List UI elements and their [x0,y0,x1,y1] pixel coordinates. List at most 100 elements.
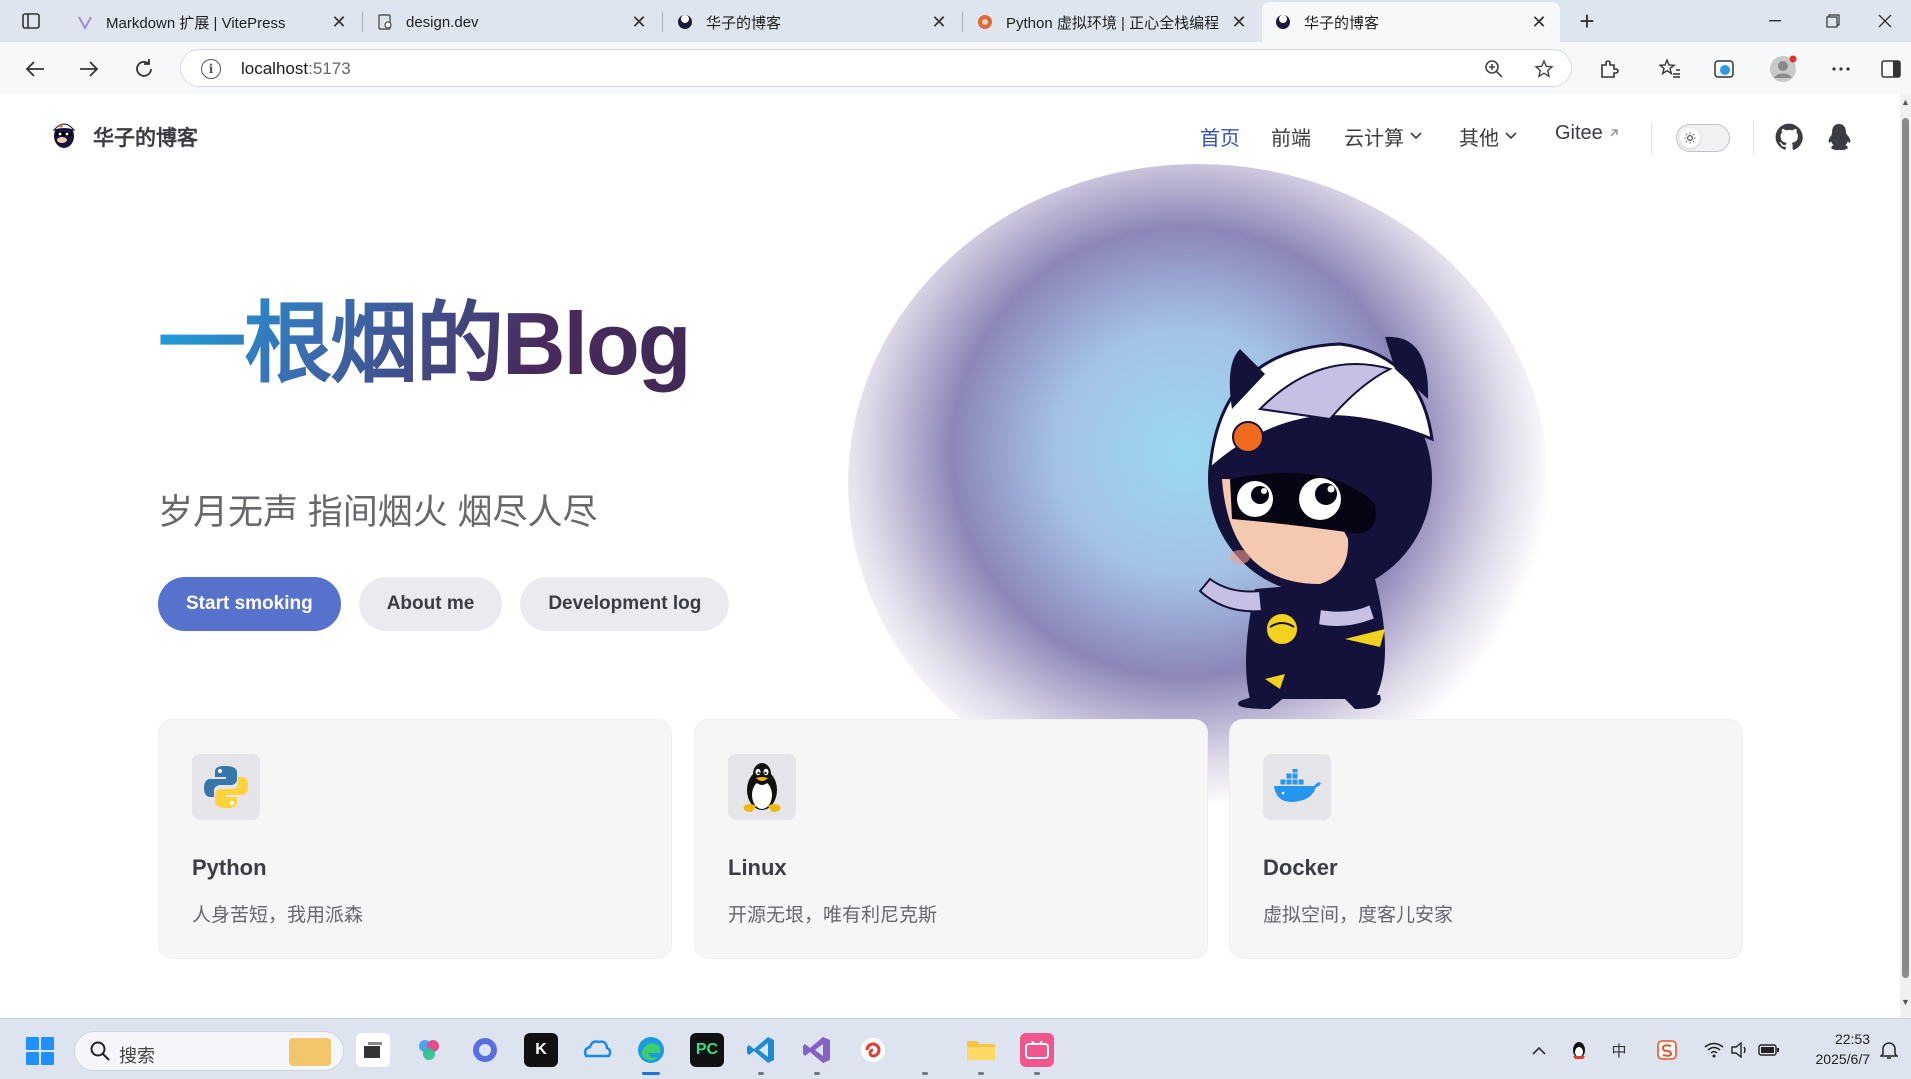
site-navbar: 华子的博客 首页 前端 云计算 其他 Gitee [0,94,1900,178]
back-arrow-icon[interactable] [20,54,50,84]
tab-actions-icon[interactable] [14,8,48,34]
scroll-down-arrow-icon[interactable]: ▼ [1901,998,1910,1007]
close-tab-icon[interactable]: ✕ [930,12,948,33]
appearance-toggle[interactable] [1676,124,1730,152]
edge-browser-icon[interactable] [634,1033,668,1075]
site-info-icon[interactable]: i [201,59,221,79]
qq-icon[interactable] [1824,122,1854,152]
windows-start-icon[interactable] [26,1037,54,1065]
tab-divider [962,12,963,32]
browser-tab-3[interactable]: 华子的博客 ✕ [664,2,960,42]
zhengxin-favicon-icon [976,13,994,31]
zoom-icon[interactable] [1483,58,1505,80]
sidebar-toggle-icon[interactable] [1876,54,1906,84]
input-method-icon[interactable]: 中 [1608,1039,1630,1061]
forward-arrow-icon[interactable] [74,54,104,84]
notification-bell-icon[interactable] [1878,1039,1900,1061]
feature-title: Python [192,855,267,880]
visual-studio-icon[interactable] [800,1033,834,1075]
profile-avatar-icon[interactable] [1768,54,1798,84]
minimized-app-slot[interactable] [908,1033,942,1075]
vscode-app-icon[interactable] [744,1033,778,1075]
close-tab-icon[interactable]: ✕ [1530,12,1548,33]
refresh-icon[interactable] [129,54,159,84]
minimize-window-icon[interactable] [1752,6,1798,36]
copilot-app-icon[interactable] [412,1033,446,1067]
new-tab-button[interactable]: + [1572,6,1602,36]
search-icon [90,1041,110,1061]
running-app-indicator [922,1072,928,1075]
nav-link-frontend[interactable]: 前端 [1271,122,1311,151]
scrollbar-thumb[interactable] [1902,118,1909,978]
volume-icon[interactable] [1729,1039,1751,1061]
tab-divider [662,12,663,32]
tab-title: design.dev [406,13,479,31]
development-log-button[interactable]: Development log [520,577,730,631]
browser-tab-4[interactable]: Python 虚拟环境 | 正心全栈编程 ✕ [964,2,1260,42]
python-logo-icon [192,754,260,820]
qq-tray-icon[interactable] [1568,1039,1590,1061]
site-title[interactable]: 华子的博客 [93,122,198,152]
taskbar-clock[interactable]: 22:53 2025/6/7 [1796,1029,1871,1069]
tab-divider [362,12,363,32]
about-me-button[interactable]: About me [358,577,503,631]
feature-card-python[interactable]: Python 人身苦短，我用派森 [158,719,672,959]
file-explorer-icon[interactable] [964,1033,998,1075]
sun-icon [1680,128,1700,148]
browser-tab-2[interactable]: design.dev ✕ [364,2,660,42]
browser-tab-5-active[interactable]: 华子的博客 ✕ [1262,2,1560,42]
chevron-down-icon [1410,129,1422,143]
pycharm-app-icon[interactable]: PC [690,1033,724,1067]
taskbar-search-box[interactable]: 搜索 [74,1031,344,1071]
feature-card-docker[interactable]: Docker 虚拟空间，度客儿安家 [1229,719,1743,959]
battery-icon[interactable] [1758,1039,1780,1061]
blog-avatar-favicon-icon [676,13,694,31]
more-menu-icon[interactable] [1826,54,1856,84]
sogou-input-icon[interactable] [1656,1039,1678,1061]
nav-dropdown-cloud[interactable]: 云计算 [1344,122,1422,151]
nav-link-label: 首页 [1200,128,1240,150]
blog-avatar-favicon-icon [1274,13,1292,31]
nav-link-home[interactable]: 首页 [1200,122,1240,151]
favorite-star-icon[interactable] [1533,58,1555,80]
baidu-netdisk-icon[interactable] [580,1033,614,1067]
nav-link-label: 其他 [1459,128,1499,150]
running-app-indicator [978,1072,984,1075]
tab-title: Python 虚拟环境 | 正心全栈编程 [1006,14,1220,32]
close-tab-icon[interactable]: ✕ [630,12,648,33]
close-window-icon[interactable] [1862,6,1908,36]
bilibili-app-icon[interactable] [1020,1033,1054,1075]
task-view-icon[interactable] [356,1033,390,1067]
site-logo-icon[interactable] [50,118,78,150]
close-tab-icon[interactable]: ✕ [330,12,348,33]
swirl-app-icon[interactable] [856,1033,890,1067]
page-viewport: 华子的博客 首页 前端 云计算 其他 Gitee 一根烟的Blog 岁月无声 指… [0,94,1900,1018]
clock-time: 22:53 [1834,1031,1870,1047]
feature-card-linux[interactable]: Linux 开源无垠，唯有利尼克斯 [694,719,1208,959]
search-highlight-image [289,1038,331,1066]
k-app-icon[interactable]: K [524,1033,558,1067]
nav-dropdown-other[interactable]: 其他 [1459,122,1517,151]
page-scrollbar[interactable]: ▲ ▼ [1900,94,1911,1018]
restore-window-icon[interactable] [1810,6,1856,36]
github-icon[interactable] [1774,122,1804,152]
browser-tab-1[interactable]: Markdown 扩展 | VitePress ✕ [64,2,360,42]
favorites-list-icon[interactable] [1655,54,1685,84]
close-tab-icon[interactable]: ✕ [1230,12,1248,33]
url-text[interactable]: localhost:5173 [241,59,351,79]
nav-link-gitee[interactable]: Gitee [1555,122,1619,145]
extensions-puzzle-icon[interactable] [1594,54,1624,84]
running-app-indicator [814,1072,820,1075]
page-favicon-icon [376,13,394,31]
wifi-icon[interactable] [1703,1039,1725,1061]
address-bar[interactable]: i localhost:5173 [180,49,1572,87]
active-app-indicator [642,1072,660,1075]
running-app-indicator [1034,1072,1040,1075]
vitepress-favicon-icon [76,13,94,31]
hero-actions: Start smoking About me Development log [158,577,730,631]
scroll-up-arrow-icon[interactable]: ▲ [1901,98,1910,107]
show-hidden-icons-chevron-icon[interactable] [1528,1039,1550,1061]
browser-essentials-icon[interactable] [1709,54,1739,84]
browser-circle-app-icon[interactable] [468,1033,502,1067]
start-smoking-button[interactable]: Start smoking [158,577,341,631]
